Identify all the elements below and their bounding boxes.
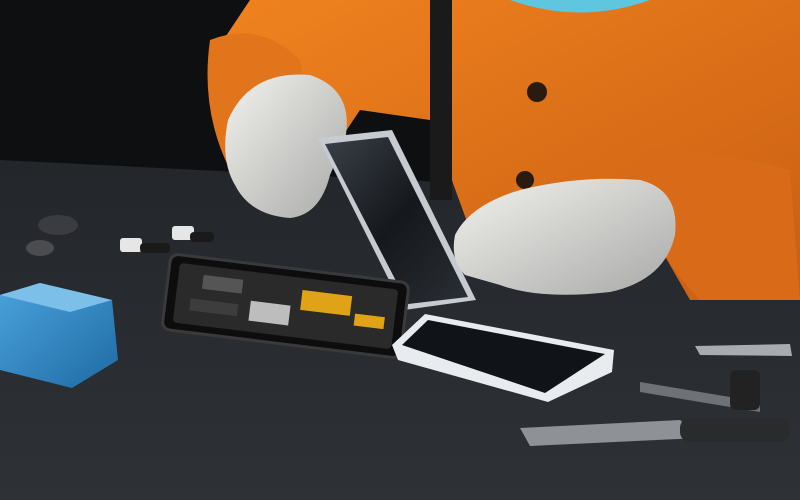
connector-icon — [38, 215, 78, 235]
plug-white — [120, 238, 142, 252]
plug-black — [190, 232, 214, 242]
connector-icon — [26, 240, 54, 256]
repair-photo — [0, 0, 800, 500]
suit-zipper-strip — [430, 0, 452, 200]
photo-canvas — [0, 0, 800, 500]
suit-button — [527, 82, 547, 102]
tool-handle — [680, 418, 790, 442]
suit-button — [516, 171, 534, 189]
plug-black — [140, 243, 170, 253]
tweezers-icon — [695, 344, 792, 356]
tool-handle — [730, 370, 760, 410]
